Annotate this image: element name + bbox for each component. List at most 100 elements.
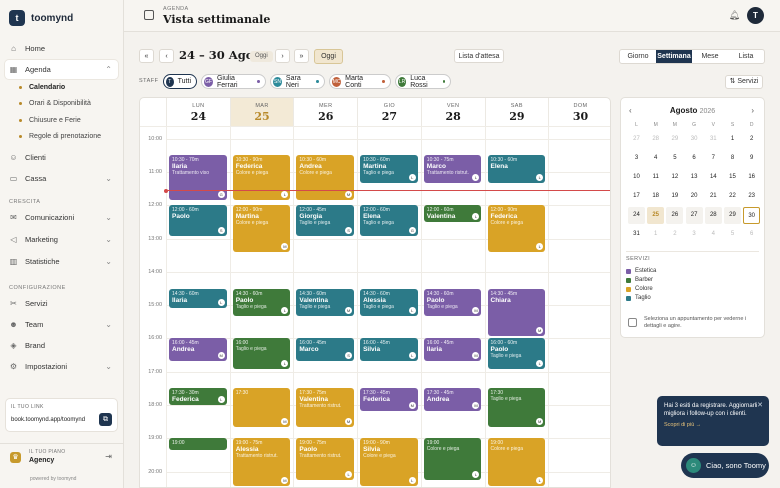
day-header[interactable]: DOM 30 [548,98,610,126]
appointment[interactable]: 17:30 Taglio e piega M [487,388,546,428]
mini-day[interactable]: 4 [705,226,722,243]
waitlist-button[interactable]: Lista d'attesa [454,49,504,63]
day-header[interactable]: MAR 25 [229,98,294,126]
mini-day[interactable]: 29 [724,207,741,224]
mini-day[interactable]: 16 [743,169,760,186]
staff-chip[interactable]: SN Sara Neri [270,74,325,89]
mini-day[interactable]: 22 [724,188,741,205]
staff-chip[interactable]: T Tutti [163,74,197,89]
mini-day[interactable]: 7 [705,150,722,167]
copy-icon[interactable]: ⧉ [99,413,112,426]
mini-day[interactable]: 3 [686,226,703,243]
appointment[interactable]: 14:30 - 60m Alessia Taglio e piega L [360,288,418,317]
appointment[interactable]: 17:30 - 45m Andrea M [423,388,482,411]
nav-home[interactable]: ⌂ Home [5,39,118,58]
last-week-button[interactable]: » [294,49,309,63]
mini-day[interactable]: 19 [666,188,683,205]
day-header[interactable]: MER 26 [293,98,357,126]
appointment[interactable]: 19:00 Colore e piega L [423,438,482,480]
first-week-button[interactable]: « [139,49,154,63]
appointment[interactable]: 19:00 - 75m Alessia Trattamento ristrut. M [232,438,291,486]
nav-marketing[interactable]: ◁ Marketing ⌄ [5,230,118,249]
nav-impostazioni[interactable]: ⚙ Impostazioni ⌄ [5,357,118,376]
mini-day[interactable]: 15 [724,169,741,186]
appointment[interactable]: 14:30 - 45m Chiara M [487,288,546,336]
appointment[interactable]: 19:00 Colore e piega L [487,438,546,486]
bell-icon[interactable]: 🔔︎ [729,10,740,21]
mini-day[interactable]: 14 [705,169,722,186]
appointment[interactable]: 10:30 - 60m Andrea Colore e piega M [296,155,355,200]
appointment[interactable]: 16:00 Taglio e piega L [232,338,291,369]
mini-day[interactable]: 27 [685,207,703,224]
mini-day[interactable]: 1 [724,131,741,148]
chat-button[interactable]: ☺ Ciao, sono Toomy [681,453,769,478]
appointment[interactable]: 12:00 - 60m Paolo S [169,205,227,236]
appointment[interactable]: 14:30 - 60m Valentina Taglio e piega M [296,288,355,317]
mini-day[interactable]: 10 [628,169,645,186]
mini-day[interactable]: 30 [743,207,761,224]
close-icon[interactable]: ✕ [757,401,763,409]
prev-week-button[interactable]: ‹ [159,49,174,63]
mini-day[interactable]: 18 [647,188,664,205]
appointment[interactable]: 12:00 - 60m Valentina L [423,205,482,222]
mini-day[interactable]: 23 [743,188,760,205]
nav-comunicazioni[interactable]: ✉ Comunicazioni ⌄ [5,208,118,227]
mini-day[interactable]: 5 [666,150,683,167]
appointment[interactable]: 19:00 [169,438,227,451]
mini-day[interactable]: 31 [705,131,722,148]
mini-day[interactable]: 9 [743,150,760,167]
avatar[interactable]: T [747,7,764,24]
appointment[interactable]: 12:00 - 90m Martina Colore e piega M [232,205,291,253]
mini-day[interactable]: 28 [647,131,664,148]
mini-day[interactable]: 17 [628,188,645,205]
mini-day[interactable]: 30 [686,131,703,148]
appointment[interactable]: 10:30 - 90m Federica Colore e piega L [232,155,291,200]
appointment[interactable]: 12:00 - 45m Giorgia Taglio e piega S [296,205,355,236]
nav-servizi[interactable]: ✂ Servizi [5,294,118,313]
nav-chiusure[interactable]: Chiusure e Ferie [5,112,118,129]
day-header[interactable]: VEN 28 [420,98,485,126]
appointment[interactable]: 14:30 - 60m Paolo Taglio e piega M [423,288,482,317]
nav-orari[interactable]: Orari & Disponibilità [5,96,118,113]
appointment[interactable]: 14:30 - 60m Paolo Taglio e piega L [232,288,291,317]
appointment[interactable]: 19:00 - 90m Silvia Colore e piega L [360,438,418,486]
mini-day[interactable]: 12 [666,169,683,186]
today-button[interactable]: Oggi [314,49,343,64]
logout-icon[interactable]: ⇥ [105,452,112,461]
appointment[interactable]: 12:00 - 60m Elena Taglio e piega G [360,205,418,236]
servizi-filter-button[interactable]: ⇅ Servizi [725,75,763,89]
mini-day[interactable]: 21 [705,188,722,205]
mini-next-icon[interactable]: › [751,106,754,115]
view-settimana[interactable]: Settimana [656,50,692,63]
nav-calendario[interactable]: Calendario [5,79,118,96]
mini-day[interactable]: 8 [724,150,741,167]
nav-cassa[interactable]: ▭ Cassa ⌄ [5,169,118,188]
nav-brand[interactable]: ◈ Brand [5,336,118,355]
appointment[interactable]: 16:00 - 45m Ilaria M [423,338,482,361]
appointment[interactable]: 19:00 - 75m Paolo Trattamento ristrut. L [296,438,355,480]
mini-day[interactable]: 6 [743,226,760,243]
day-header[interactable]: GIO 27 [357,98,421,126]
appointment[interactable]: 17:30 M [232,388,291,428]
appointment[interactable]: 17:30 - 75m Valentina Trattamento ristrut.… [296,388,355,428]
appointment[interactable]: 16:00 - 45m Andrea M [169,338,227,361]
mini-day[interactable]: 25 [647,207,665,224]
staff-chip[interactable]: LR Luca Rossi [395,74,451,89]
nav-agenda[interactable]: ▦ Agenda ⌃ [5,60,118,79]
day-header[interactable]: LUN 24 [166,98,230,126]
mini-day[interactable]: 11 [647,169,664,186]
mini-day[interactable]: 31 [628,226,645,243]
appointment[interactable]: 17:30 - 45m Federica M [360,388,418,411]
mini-day[interactable]: 5 [724,226,741,243]
view-lista[interactable]: Lista [728,50,764,63]
appointment[interactable]: 17:30 - 30m Federica L [169,388,227,406]
nav-team[interactable]: ☻ Team ⌄ [5,315,118,334]
mini-day[interactable]: 29 [666,131,683,148]
appointment[interactable]: 12:00 - 90m Federica Colore e piega L [487,205,546,253]
mini-day[interactable]: 2 [743,131,760,148]
mini-day[interactable]: 27 [628,131,645,148]
view-giorno[interactable]: Giorno [620,50,656,63]
link-url[interactable]: book.toomynd.app/toomynd [11,417,85,423]
toast-link[interactable]: Scopri di più → [664,422,762,428]
nav-clienti[interactable]: ☺ Clienti [5,148,118,167]
